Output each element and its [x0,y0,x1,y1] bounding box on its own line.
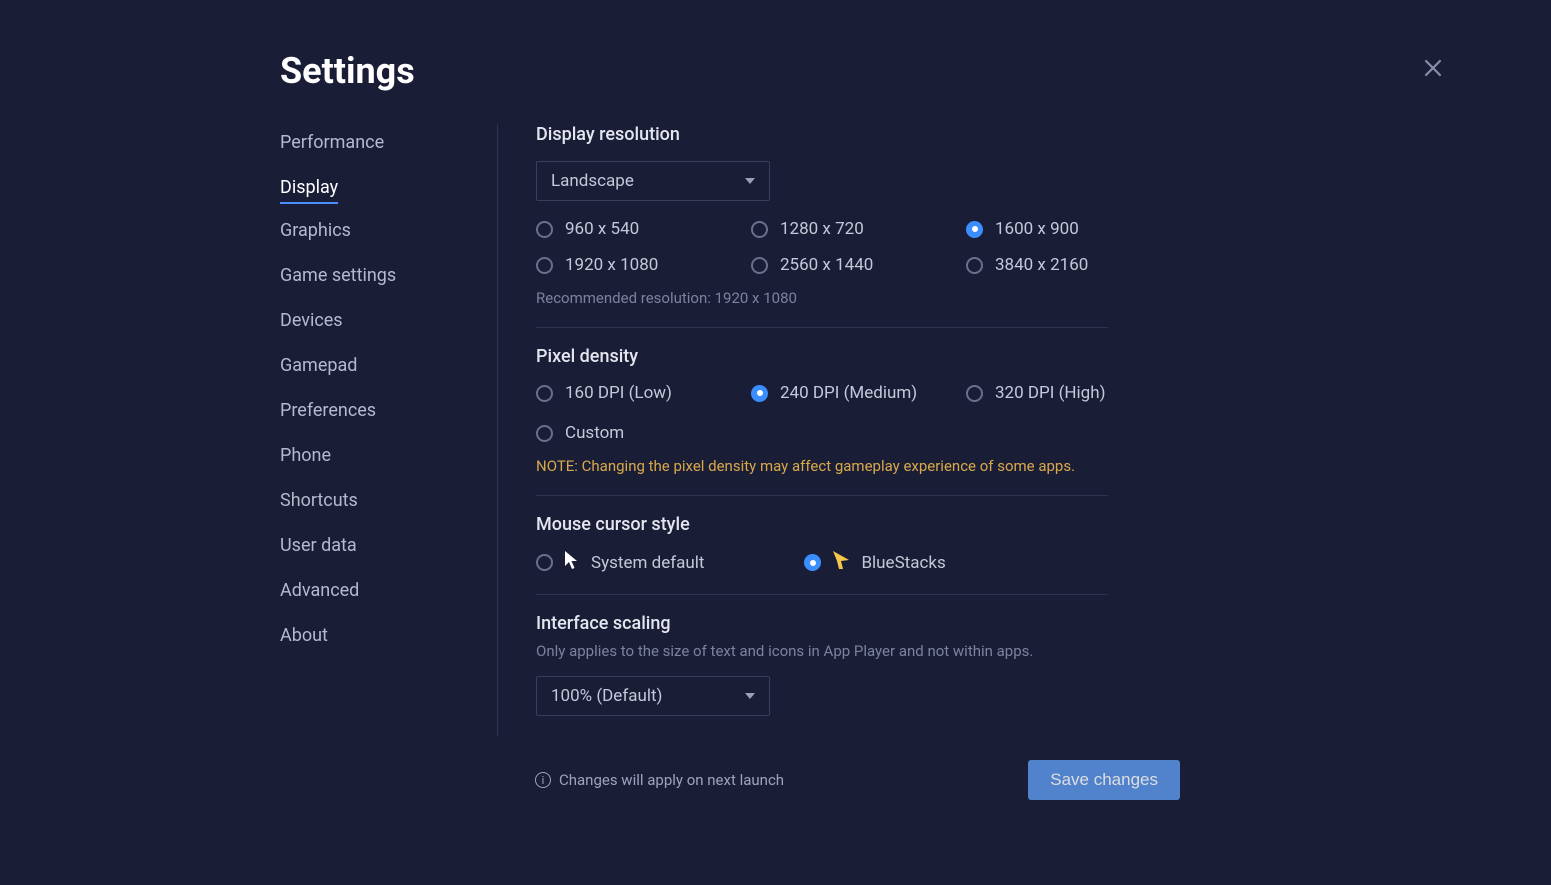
radio-icon [751,257,768,274]
radio-label: BlueStacks [861,553,945,573]
divider [536,495,1108,496]
resolution-option-2560x1440[interactable]: 2560 x 1440 [751,255,966,275]
radio-icon [751,385,768,402]
cursor-section-title: Mouse cursor style [536,514,1108,535]
radio-icon [536,257,553,274]
radio-icon [966,221,983,238]
radio-label: System default [591,553,704,573]
sidebar-item-advanced[interactable]: Advanced [280,572,359,609]
radio-label: 1920 x 1080 [565,255,658,275]
cursor-option-bluestacks[interactable]: BlueStacks [804,551,945,574]
sidebar-item-preferences[interactable]: Preferences [280,392,376,429]
radio-icon [966,257,983,274]
scaling-select[interactable]: 100% (Default) [536,676,770,716]
info-icon: i [535,772,551,788]
radio-label: 960 x 540 [565,219,639,239]
footer-note-text: Changes will apply on next launch [559,771,784,789]
radio-label: 1280 x 720 [780,219,864,239]
system-cursor-icon [565,551,579,574]
sidebar-item-gamepad[interactable]: Gamepad [280,347,357,384]
orientation-selected-value: Landscape [551,171,634,191]
chevron-down-icon [745,178,755,184]
orientation-select[interactable]: Landscape [536,161,770,201]
radio-label: 160 DPI (Low) [565,383,672,403]
cursor-option-system-default[interactable]: System default [536,551,704,574]
radio-icon [536,385,553,402]
footer-note: i Changes will apply on next launch [535,771,784,789]
sidebar-item-about[interactable]: About [280,617,328,654]
recommended-resolution-hint: Recommended resolution: 1920 x 1080 [536,289,1108,307]
sidebar-item-devices[interactable]: Devices [280,302,343,339]
density-option-320[interactable]: 320 DPI (High) [966,383,1181,403]
density-option-240[interactable]: 240 DPI (Medium) [751,383,966,403]
scaling-subtitle: Only applies to the size of text and ico… [536,642,1108,660]
radio-icon [966,385,983,402]
pixel-density-section-title: Pixel density [536,346,1108,367]
divider [536,327,1108,328]
radio-icon [804,554,821,571]
sidebar-item-graphics[interactable]: Graphics [280,212,351,249]
scaling-selected-value: 100% (Default) [551,686,662,706]
sidebar-item-phone[interactable]: Phone [280,437,331,474]
resolution-option-960x540[interactable]: 960 x 540 [536,219,751,239]
bluestacks-cursor-icon [833,551,849,574]
sidebar-item-display[interactable]: Display [280,169,338,204]
radio-label: Custom [565,423,624,443]
sidebar-item-game-settings[interactable]: Game settings [280,257,396,294]
radio-label: 320 DPI (High) [995,383,1106,403]
radio-label: 240 DPI (Medium) [780,383,917,403]
radio-label: 2560 x 1440 [780,255,873,275]
radio-label: 3840 x 2160 [995,255,1088,275]
density-option-160[interactable]: 160 DPI (Low) [536,383,751,403]
chevron-down-icon [745,693,755,699]
scaling-section-title: Interface scaling [536,613,1108,634]
radio-icon [536,554,553,571]
radio-label: 1600 x 900 [995,219,1079,239]
resolution-option-1920x1080[interactable]: 1920 x 1080 [536,255,751,275]
save-changes-button[interactable]: Save changes [1028,760,1180,800]
sidebar: Performance Display Graphics Game settin… [280,124,498,736]
resolution-section-title: Display resolution [536,124,1108,145]
sidebar-item-user-data[interactable]: User data [280,527,357,564]
page-title: Settings [280,50,1460,92]
sidebar-item-shortcuts[interactable]: Shortcuts [280,482,358,519]
resolution-option-1600x900[interactable]: 1600 x 900 [966,219,1181,239]
resolution-option-1280x720[interactable]: 1280 x 720 [751,219,966,239]
radio-icon [751,221,768,238]
density-note: NOTE: Changing the pixel density may aff… [536,457,1108,475]
resolution-option-3840x2160[interactable]: 3840 x 2160 [966,255,1181,275]
radio-icon [536,221,553,238]
density-option-custom[interactable]: Custom [536,423,751,443]
radio-icon [536,425,553,442]
divider [536,594,1108,595]
sidebar-item-performance[interactable]: Performance [280,124,384,161]
